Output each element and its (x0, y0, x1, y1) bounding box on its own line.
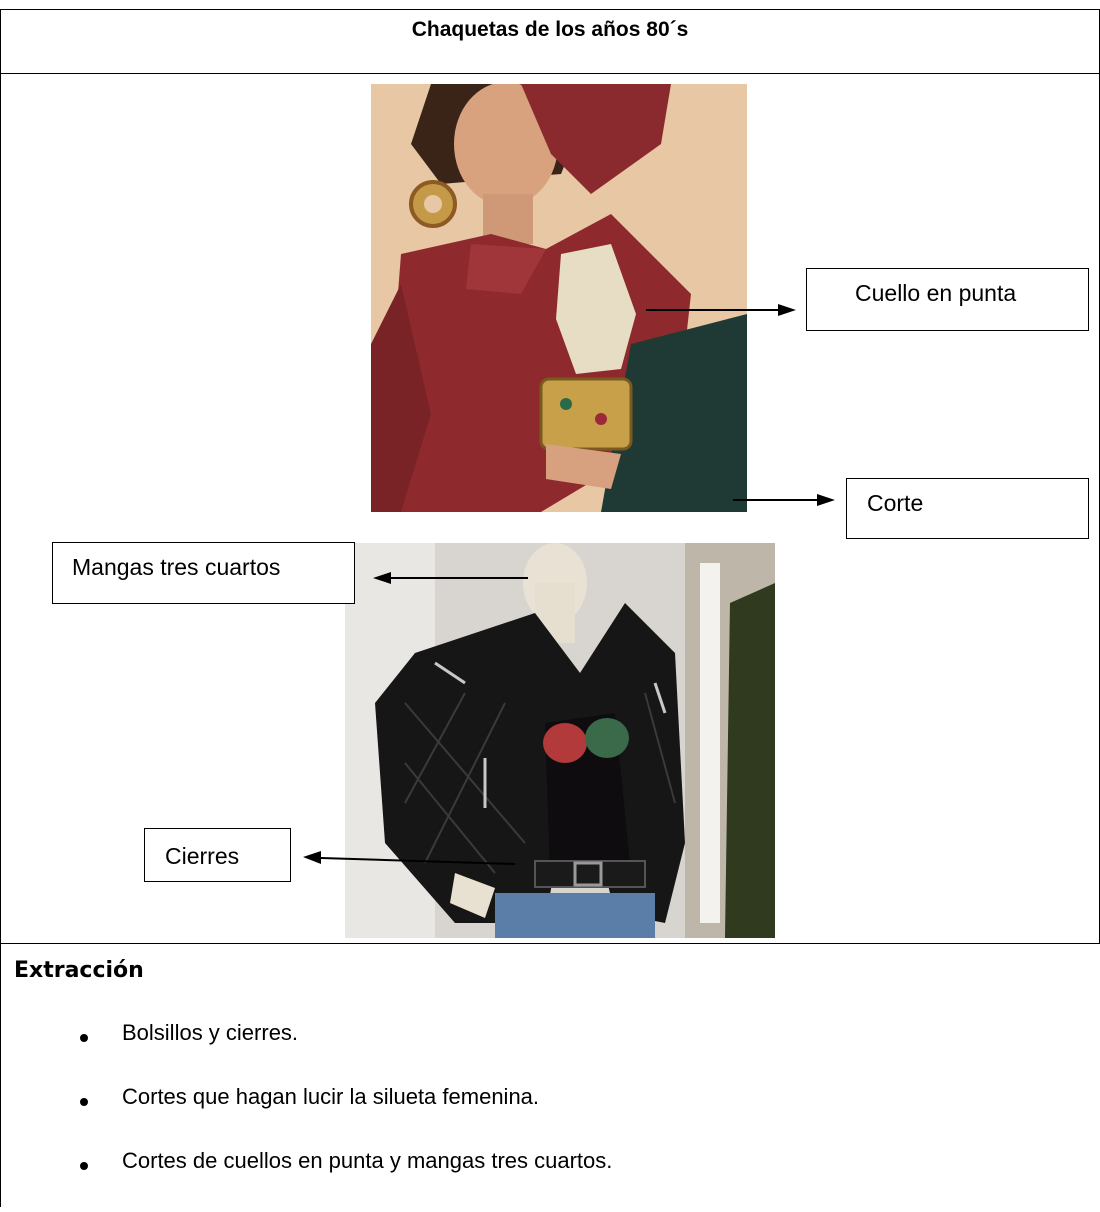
leather-jacket-illustration (345, 543, 775, 938)
extraction-heading: Extracción (14, 958, 144, 983)
label-cierres-text: Cierres (165, 843, 240, 869)
bullet-icon (80, 1162, 88, 1170)
list-item-text: Bolsillos y cierres. (122, 1020, 299, 1045)
label-corte: Corte (846, 478, 1089, 539)
label-corte-text: Corte (867, 490, 924, 516)
table-left-border (0, 9, 1, 1207)
list-item-text: Cortes que hagan lucir la silueta femeni… (122, 1084, 540, 1109)
page-title: Chaquetas de los años 80´s (411, 18, 689, 41)
red-jacket-illustration (371, 84, 747, 512)
title-row-divider (0, 73, 1100, 74)
images-row-divider (0, 943, 1100, 944)
photo-red-jacket (371, 84, 747, 512)
label-mangas-text: Mangas tres cuartos (72, 554, 281, 580)
arrow-to-cuello (646, 304, 796, 316)
bullet-icon (80, 1098, 88, 1106)
arrow-to-corte (733, 494, 835, 506)
arrow-to-mangas (373, 572, 528, 584)
arrow-to-cierres (303, 851, 516, 865)
label-mangas-tres-cuartos: Mangas tres cuartos (52, 542, 355, 604)
label-cuello-text: Cuello en punta (855, 280, 1017, 306)
bullet-icon (80, 1034, 88, 1042)
label-cuello-en-punta: Cuello en punta (806, 268, 1089, 331)
photo-leather-jacket (345, 543, 775, 938)
list-item-text: Cortes de cuellos en punta y mangas tres… (122, 1148, 613, 1173)
label-cierres: Cierres (144, 828, 291, 882)
table-top-border (0, 9, 1100, 10)
